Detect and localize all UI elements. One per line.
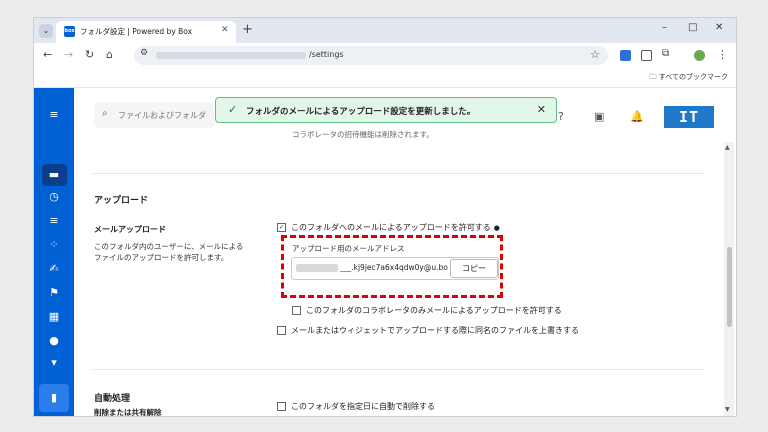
notifications-bell-icon[interactable]: 🔔 (630, 110, 644, 123)
notes-icon[interactable]: ≡ (46, 214, 62, 228)
help-icon[interactable]: ? (558, 110, 564, 123)
tab-title: フォルダ設定 | Powered by Box (80, 27, 193, 36)
site-info-icon[interactable]: ⚙ (140, 48, 148, 58)
forward-icon[interactable]: → (64, 48, 73, 61)
recents-clock-icon[interactable]: ◷ (46, 190, 62, 204)
email-upload-label: メールアップロード (94, 225, 166, 234)
menu-icon[interactable]: ≡ (46, 108, 62, 122)
tasks-check-icon[interactable]: ● (46, 334, 62, 348)
extension-icon[interactable] (620, 50, 631, 61)
upload-section-title: アップロード (94, 196, 149, 206)
tab-strip: ⌄ box フォルダ設定 | Powered by Box ✕ + – □ ✕ (34, 18, 736, 43)
upload-address-field[interactable]: ___.kj9jec7a6x4qdw0y@u.box.com (340, 263, 448, 272)
extensions-puzzle-icon[interactable]: ⧉ (662, 48, 669, 59)
bookmark-star-icon[interactable]: ☆ (590, 48, 600, 61)
active-tab[interactable]: box フォルダ設定 | Powered by Box ✕ (56, 21, 236, 43)
delete-label: 削除または共有解除 (94, 408, 162, 417)
profile-avatar-icon[interactable] (694, 50, 705, 61)
divider (92, 173, 704, 174)
info-icon[interactable]: ● (494, 224, 500, 232)
apps-grid-icon[interactable]: ▦ (46, 310, 62, 324)
success-toast: ✓ フォルダのメールによるアップロード設定を更新しました。 ✕ (215, 97, 557, 123)
auto-delete-checkbox[interactable] (277, 402, 286, 411)
url-blurred (156, 52, 306, 59)
tab-close-icon[interactable]: ✕ (221, 25, 229, 35)
address-label: アップロード用のメールアドレス (292, 244, 405, 253)
address-blurred (296, 264, 338, 272)
home-icon[interactable]: ⌂ (106, 48, 113, 61)
browser-toolbar: ← → ↻ ⌂ ⚙ /settings ☆ ⧉ ⋮ (34, 43, 736, 68)
box-page: ≡ ▬ ◷ ≡ ⁘ ✍ ⚑ ▦ ● ▾ ▮ ⌕ ファイルおよびフォルダ ? ▣ … (34, 88, 736, 416)
search-box[interactable]: ⌕ ファイルおよびフォルダ (94, 102, 214, 128)
scrollbar[interactable]: ▲ ▼ (724, 142, 734, 416)
sign-icon[interactable]: ✍ (46, 262, 62, 276)
scrollbar-thumb[interactable] (727, 247, 732, 327)
address-bar[interactable]: ⚙ /settings ☆ (134, 46, 608, 65)
overwrite-checkbox[interactable] (277, 326, 286, 335)
browser-menu-icon[interactable]: ⋮ (717, 48, 728, 61)
toast-message: フォルダのメールによるアップロード設定を更新しました。 (246, 107, 476, 117)
new-tab-icon[interactable]: + (242, 22, 253, 37)
close-window-icon[interactable]: ✕ (715, 22, 723, 33)
automation-section-title: 自動処理 (94, 394, 131, 404)
email-upload-description: このフォルダ内のユーザーに、メールによるファイルのアップロードを許可します。 (94, 242, 244, 262)
auto-delete-label: このフォルダを指定日に自動で削除する (291, 402, 435, 411)
left-nav-rail: ≡ ▬ ◷ ≡ ⁘ ✍ ⚑ ▦ ● ▾ ▮ (34, 88, 74, 416)
usage-button[interactable]: ▮ (39, 384, 69, 412)
search-icon: ⌕ (102, 108, 108, 119)
toast-close-icon[interactable]: ✕ (537, 103, 546, 116)
clipboard-icon[interactable]: ▣ (594, 110, 604, 123)
relay-icon[interactable]: ⁘ (46, 238, 62, 252)
maximize-icon[interactable]: □ (688, 22, 697, 33)
allow-email-upload-label: このフォルダへのメールによるアップロードを許可する (291, 223, 491, 232)
trash-icon[interactable]: ▾ (46, 356, 62, 370)
address-field-group: ___.kj9jec7a6x4qdw0y@u.box.com コピー (291, 257, 499, 280)
check-circle-icon: ✓ (228, 103, 238, 116)
media-icon[interactable] (641, 50, 652, 61)
overwrite-label: メールまたはウィジェットでアップロードする際に同名のファイルを上書きする (291, 326, 579, 335)
allow-email-upload-checkbox[interactable]: ✓ (277, 223, 286, 232)
divider (92, 369, 704, 370)
url-text: /settings (309, 50, 344, 59)
reload-icon[interactable]: ↻ (85, 48, 94, 61)
copy-button[interactable]: コピー (450, 259, 498, 278)
bookmarks-label: すべてのブックマーク (658, 73, 728, 81)
scroll-down-icon[interactable]: ▼ (725, 406, 730, 413)
collab-only-label: このフォルダのコラボレータのみメールによるアップロードを許可する (306, 306, 562, 315)
files-folder-icon[interactable]: ▬ (46, 168, 62, 182)
tab-search-icon[interactable]: ⌄ (39, 24, 53, 38)
back-icon[interactable]: ← (43, 48, 52, 61)
collab-note: コラボレータの招待機能は削除されます。 (292, 130, 434, 139)
allow-email-upload-row: このフォルダへのメールによるアップロードを許可する ● (291, 222, 500, 233)
folder-icon: 🗀 (649, 73, 657, 81)
box-favicon-icon: box (64, 26, 75, 37)
bar-chart-icon: ▮ (50, 391, 58, 404)
all-bookmarks[interactable]: 🗀 すべてのブックマーク (650, 72, 728, 84)
minimize-icon[interactable]: – (662, 22, 667, 33)
search-input[interactable]: ファイルおよびフォルダ (118, 110, 206, 121)
collab-only-checkbox[interactable] (292, 306, 301, 315)
scroll-up-icon[interactable]: ▲ (725, 144, 730, 151)
browser-window: ⌄ box フォルダ設定 | Powered by Box ✕ + – □ ✕ … (33, 17, 737, 417)
hubs-icon[interactable]: ⚑ (46, 286, 62, 300)
logo[interactable]: IT IT (664, 106, 714, 148)
bookmarks-bar: 🗀 すべてのブックマーク (34, 68, 736, 88)
